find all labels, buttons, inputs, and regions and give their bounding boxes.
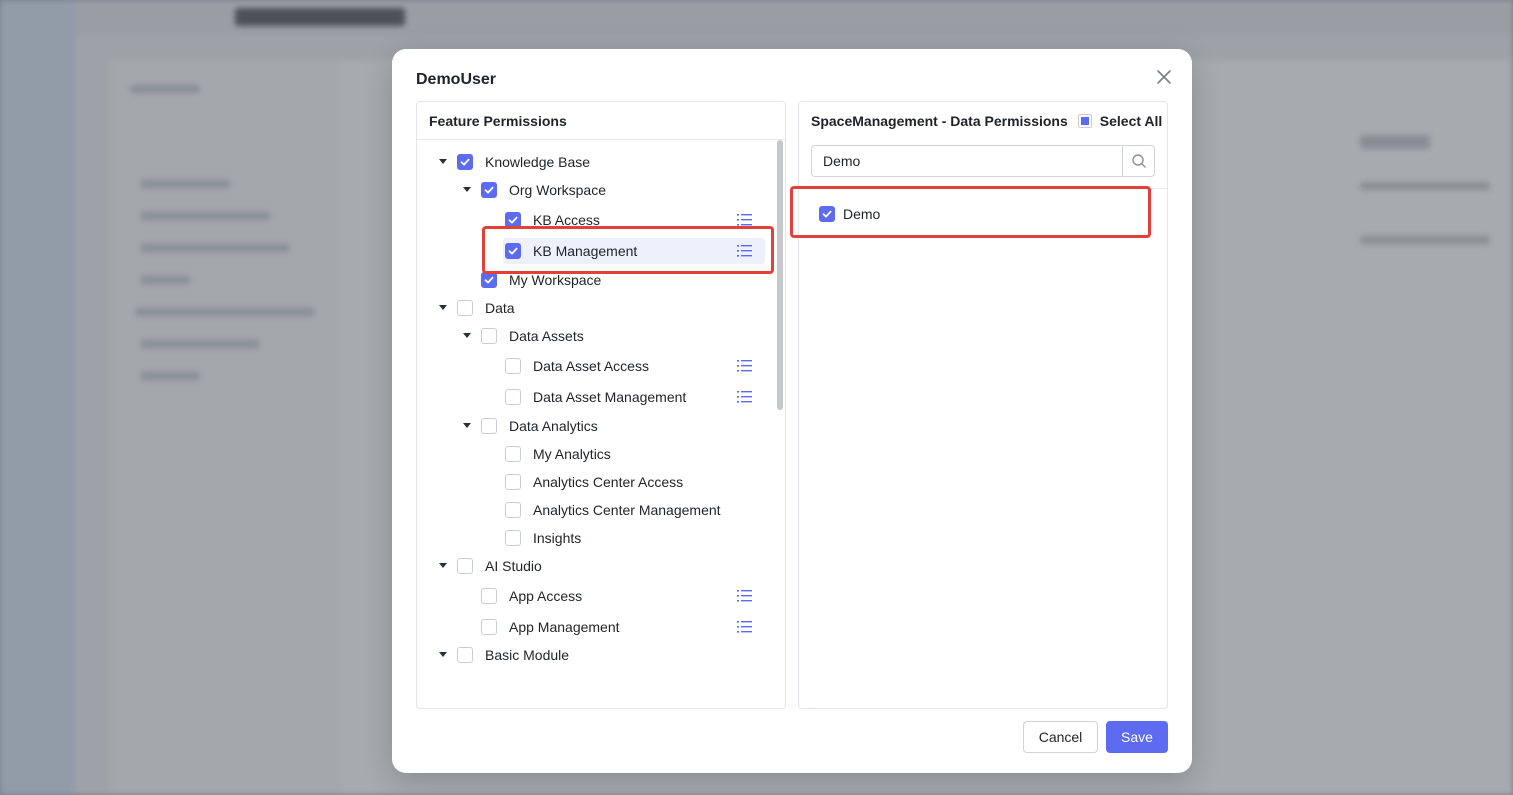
tree-item-label: KB Access xyxy=(533,212,600,228)
tree-item[interactable]: Knowledge Base xyxy=(437,149,590,175)
check-icon xyxy=(822,210,832,218)
tree-item-label: Data Assets xyxy=(509,328,584,344)
tree-item-label: Org Workspace xyxy=(509,182,606,198)
tree-item[interactable]: KB Management xyxy=(503,238,765,264)
list-settings-icon[interactable] xyxy=(737,213,753,227)
tree-item[interactable]: My Analytics xyxy=(485,441,611,467)
tree-item-checkbox[interactable] xyxy=(505,474,521,490)
tree-item-checkbox[interactable] xyxy=(505,389,521,405)
tree-item[interactable]: App Access xyxy=(461,583,582,609)
check-icon xyxy=(484,186,494,194)
tree-item[interactable]: Data Analytics xyxy=(461,413,598,439)
tree-item-checkbox[interactable] xyxy=(457,558,473,574)
tree-item-label: Data xyxy=(485,300,515,316)
save-button[interactable]: Save xyxy=(1106,721,1168,753)
tree-item-checkbox[interactable] xyxy=(481,418,497,434)
tree-scrollbar[interactable] xyxy=(775,140,785,708)
caret-down-icon[interactable] xyxy=(437,649,449,661)
check-icon xyxy=(460,158,470,166)
tree-item[interactable]: Basic Module xyxy=(437,642,569,668)
data-permissions-panel: SpaceManagement - Data Permissions Selec… xyxy=(798,101,1168,709)
close-button[interactable] xyxy=(1154,67,1174,87)
tree-item-label: AI Studio xyxy=(485,558,542,574)
check-icon xyxy=(484,276,494,284)
select-all-checkbox[interactable]: Select All xyxy=(1077,113,1163,129)
data-result-item[interactable]: Demo xyxy=(819,206,880,222)
tree-item-checkbox[interactable] xyxy=(505,530,521,546)
data-search-box xyxy=(811,145,1155,177)
tree-item[interactable]: Data Asset Access xyxy=(485,353,649,379)
tree-item-checkbox[interactable] xyxy=(457,154,473,170)
tree-item[interactable]: Analytics Center Management xyxy=(485,497,721,523)
feature-permissions-panel: Feature Permissions Knowledge Base Org Wo… xyxy=(416,101,786,709)
feature-permissions-header: Feature Permissions xyxy=(417,102,785,140)
tree-item-checkbox[interactable] xyxy=(481,588,497,604)
tree-item[interactable]: KB Access xyxy=(485,207,600,233)
search-icon xyxy=(1131,154,1146,168)
check-icon xyxy=(508,216,518,224)
list-settings-icon[interactable] xyxy=(737,620,753,634)
scrollbar-thumb[interactable] xyxy=(777,140,783,410)
caret-down-icon[interactable] xyxy=(437,560,449,572)
feature-permissions-tree: Knowledge Base Org Workspace KB Access KB M… xyxy=(417,140,773,708)
tree-item-label: Insights xyxy=(533,530,582,546)
tree-item-checkbox[interactable] xyxy=(505,446,521,462)
check-icon xyxy=(508,247,518,255)
tree-item-label: My Analytics xyxy=(533,446,611,462)
data-result-checkbox[interactable] xyxy=(819,206,835,222)
data-result-label: Demo xyxy=(843,206,881,222)
tree-item-checkbox[interactable] xyxy=(481,328,497,344)
data-permissions-header: SpaceManagement - Data Permissions Selec… xyxy=(799,102,1167,140)
tree-item-checkbox[interactable] xyxy=(505,502,521,518)
tree-item-label: Knowledge Base xyxy=(485,154,591,170)
tree-item-checkbox[interactable] xyxy=(505,243,521,259)
tree-item-label: Data Asset Access xyxy=(533,358,649,374)
tree-item[interactable]: Analytics Center Access xyxy=(485,469,683,495)
caret-down-icon[interactable] xyxy=(437,156,449,168)
tree-item[interactable]: My Workspace xyxy=(461,267,601,293)
tree-item-label: App Access xyxy=(509,588,583,604)
tree-item-label: Data Asset Management xyxy=(533,389,687,405)
dialog-title: DemoUser xyxy=(416,71,497,88)
tree-item[interactable]: Data Asset Management xyxy=(485,384,686,410)
caret-down-icon[interactable] xyxy=(461,330,473,342)
tree-item-label: Analytics Center Access xyxy=(533,474,684,490)
select-all-partial-icon[interactable] xyxy=(1077,114,1092,128)
tree-item-checkbox[interactable] xyxy=(481,182,497,198)
list-settings-icon[interactable] xyxy=(737,589,753,603)
select-all-label: Select All xyxy=(1099,113,1163,129)
tree-item[interactable]: App Management xyxy=(461,614,620,640)
permissions-dialog: DemoUser Feature Permissions Knowledge B… xyxy=(392,49,1192,773)
tree-item-checkbox[interactable] xyxy=(505,212,521,228)
tree-item[interactable]: Data xyxy=(437,295,515,321)
divider xyxy=(799,188,1167,189)
close-icon xyxy=(1157,70,1171,84)
tree-item-label: Data Analytics xyxy=(509,418,598,434)
tree-item-checkbox[interactable] xyxy=(505,358,521,374)
caret-down-icon[interactable] xyxy=(461,420,473,432)
tree-item-checkbox[interactable] xyxy=(481,619,497,635)
caret-down-icon[interactable] xyxy=(461,184,473,196)
list-settings-icon[interactable] xyxy=(737,244,753,258)
tree-item[interactable]: Org Workspace xyxy=(461,177,606,203)
tree-item-checkbox[interactable] xyxy=(457,300,473,316)
tree-item-checkbox[interactable] xyxy=(481,272,497,288)
tree-item[interactable]: AI Studio xyxy=(437,553,542,579)
tree-item-label: Basic Module xyxy=(485,647,570,663)
data-search-input[interactable] xyxy=(812,146,1122,176)
data-permissions-title: SpaceManagement - Data Permissions xyxy=(811,113,1068,129)
tree-item-label: My Workspace xyxy=(509,272,602,288)
tree-item-checkbox[interactable] xyxy=(457,647,473,663)
list-settings-icon[interactable] xyxy=(737,359,753,373)
tree-item[interactable]: Data Assets xyxy=(461,323,584,349)
tree-item[interactable]: Insights xyxy=(485,525,581,551)
tree-item-label: App Management xyxy=(509,619,620,635)
cancel-button[interactable]: Cancel xyxy=(1023,721,1098,753)
list-settings-icon[interactable] xyxy=(737,390,753,404)
tree-item-label: KB Management xyxy=(533,243,638,259)
tree-item-label: Analytics Center Management xyxy=(533,502,721,518)
caret-down-icon[interactable] xyxy=(437,302,449,314)
search-button[interactable] xyxy=(1122,146,1154,176)
